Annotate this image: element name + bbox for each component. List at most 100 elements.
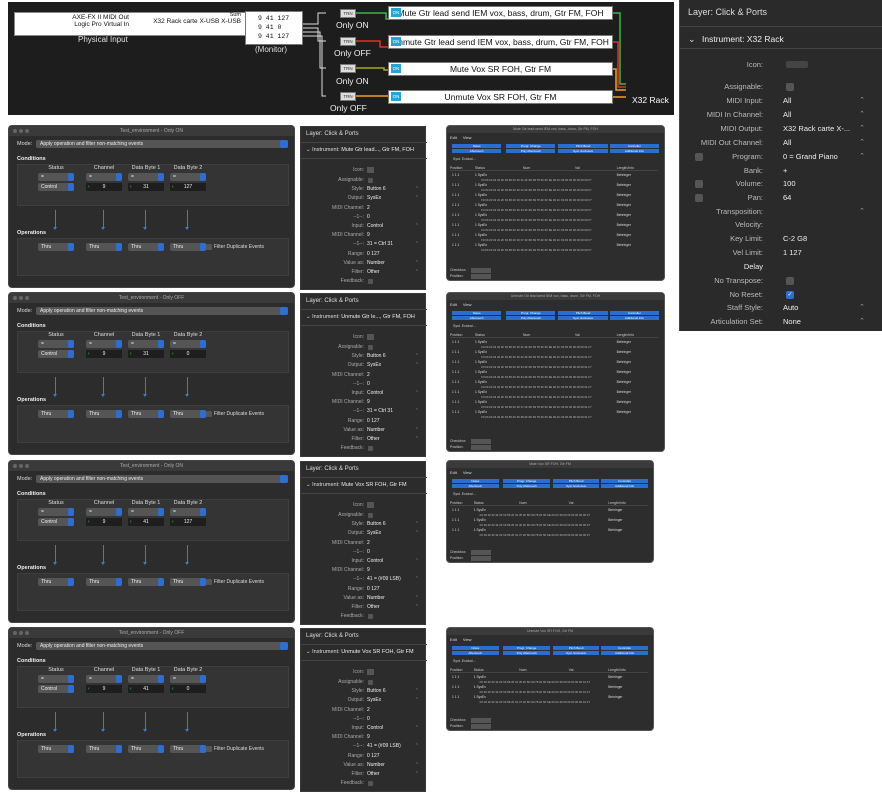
- inspector-row-value[interactable]: All: [783, 96, 791, 105]
- row-value[interactable]: 9: [367, 734, 370, 740]
- sysex-filter[interactable]: Syst. Exclusi...: [453, 492, 476, 496]
- event-filter-button[interactable]: Controller: [601, 646, 648, 650]
- operation-select[interactable]: Thru: [128, 410, 164, 418]
- row-value[interactable]: Number: [367, 595, 385, 601]
- condition-value[interactable]: ‹ 31: [128, 183, 164, 191]
- condition-operator[interactable]: =: [170, 675, 206, 683]
- footer-field[interactable]: [471, 274, 491, 279]
- row-value[interactable]: 31 = Ctrl 31: [367, 408, 393, 414]
- row-value[interactable]: 9: [367, 567, 370, 573]
- inspector-row-value[interactable]: 100: [783, 179, 796, 188]
- column-header[interactable]: Num: [519, 501, 526, 505]
- footer-field[interactable]: [471, 550, 491, 555]
- row-value[interactable]: Button 6: [367, 353, 386, 359]
- event-filter-button[interactable]: Poly Aftertouch: [503, 484, 550, 488]
- physical-input-box[interactable]: AXE-FX II MIDI Out Logic Pro Virtual In …: [14, 12, 248, 36]
- condition-value[interactable]: ‹ 9: [86, 183, 122, 191]
- event-filter-button[interactable]: Additional Info: [609, 149, 659, 153]
- checkbox[interactable]: [695, 153, 703, 161]
- table-row[interactable]: 1 1 1 1 SysEx F0 00 20 32 32 2F 63 68 2F 3…: [450, 340, 658, 350]
- checkbox[interactable]: [368, 680, 373, 685]
- inspector-row-value[interactable]: 0 = Grand Piano: [783, 152, 838, 161]
- event-filter-button[interactable]: Progr. Change: [503, 646, 550, 650]
- condition-operator[interactable]: =: [86, 508, 122, 516]
- event-filter-button[interactable]: Controller: [609, 144, 659, 148]
- row-value[interactable]: 0 127: [367, 753, 380, 759]
- condition-operator[interactable]: =: [38, 675, 74, 683]
- fader-object[interactable]: ON Unmute Vox SR FOH, Gtr FM: [388, 90, 613, 104]
- sysex-filter[interactable]: Syst. Exclusi...: [453, 157, 476, 161]
- operation-select[interactable]: Thru: [128, 578, 164, 586]
- cable-monitor-t4[interactable]: [303, 35, 326, 97]
- checkbox[interactable]: [786, 277, 794, 285]
- column-header[interactable]: Position: [450, 166, 462, 170]
- column-header[interactable]: Val: [575, 166, 580, 170]
- row-value[interactable]: Number: [367, 762, 385, 768]
- stepper-icon[interactable]: ⌃: [415, 427, 419, 433]
- event-filter-button[interactable]: Notes: [452, 144, 502, 148]
- table-row[interactable]: 1 1 1 1 SysEx F0 00 20 32 32 2F 63 68 2F 3…: [450, 213, 658, 223]
- checkbox[interactable]: [695, 194, 703, 202]
- column-header[interactable]: Val: [569, 668, 574, 672]
- event-filter-button[interactable]: Syst. Exclusive: [552, 651, 600, 655]
- condition-value[interactable]: ‹ 127: [170, 183, 206, 191]
- column-header[interactable]: Num: [519, 668, 526, 672]
- condition-operator[interactable]: =: [128, 340, 164, 348]
- table-row[interactable]: 1 1 1 1 SysEx F0 00 20 32 32 2F 63 68 2F 3…: [450, 173, 658, 183]
- table-row[interactable]: 1 1 1 1 SysEx F0 00 20 32 32 2F 63 68 2F 3…: [450, 183, 658, 193]
- row-value[interactable]: Other: [367, 771, 380, 777]
- condition-value[interactable]: ‹ 9: [86, 685, 122, 693]
- condition-value[interactable]: ‹ 9: [86, 518, 122, 526]
- x32-rack-output[interactable]: X32 Rack: [632, 95, 669, 105]
- row-value[interactable]: SysEx: [367, 362, 381, 368]
- stepper-icon[interactable]: ⌃: [859, 317, 865, 325]
- row-value[interactable]: Number: [367, 260, 385, 266]
- checkbox[interactable]: [786, 83, 794, 91]
- row-value[interactable]: Control: [367, 558, 383, 564]
- operation-select[interactable]: Thru: [170, 243, 206, 251]
- event-filter-button[interactable]: Syst. Exclusive: [558, 149, 608, 153]
- operation-select[interactable]: Thru: [86, 243, 122, 251]
- condition-value[interactable]: Control: [38, 518, 74, 526]
- column-header[interactable]: Status: [475, 166, 485, 170]
- stepper-icon[interactable]: ⌃: [415, 260, 419, 266]
- stepper-icon[interactable]: ⌃: [415, 362, 419, 368]
- operation-select[interactable]: Thru: [38, 243, 74, 251]
- row-value[interactable]: SysEx: [367, 195, 381, 201]
- checkbox[interactable]: [695, 180, 703, 188]
- footer-field[interactable]: [471, 445, 491, 450]
- operation-select[interactable]: Thru: [38, 745, 74, 753]
- condition-value[interactable]: Control: [38, 183, 74, 191]
- row-value[interactable]: SysEx: [367, 697, 381, 703]
- operation-select[interactable]: Thru: [170, 578, 206, 586]
- fader-object[interactable]: ON Mute Vox SR FOH, Gtr FM: [388, 62, 613, 76]
- transformer-icon[interactable]: TRN: [340, 37, 356, 46]
- row-value[interactable]: Other: [367, 269, 380, 275]
- inspector-row-value[interactable]: 64: [783, 193, 791, 202]
- row-value[interactable]: 0 127: [367, 586, 380, 592]
- column-header[interactable]: Num: [523, 166, 530, 170]
- condition-operator[interactable]: =: [86, 675, 122, 683]
- inspector-row-value[interactable]: 1 127: [783, 248, 802, 257]
- table-row[interactable]: 1 1 1 1 SysEx F0 00 20 32 32 2F 63 68 2F 3…: [450, 243, 658, 253]
- table-row[interactable]: 1 1 1 1 SysEx F0 00 20 32 32 2F 63 68 2F 3…: [450, 685, 648, 695]
- cable-monitor-t3[interactable]: [303, 31, 326, 69]
- row-value[interactable]: 41 = (#09 LSB): [367, 743, 401, 749]
- inspector-row-value[interactable]: All: [783, 110, 791, 119]
- inspector-row-value[interactable]: C-2 G8: [783, 234, 807, 243]
- table-row[interactable]: 1 1 1 1 SysEx F0 00 20 32 32 2F 63 68 2F 3…: [450, 223, 658, 233]
- stepper-icon[interactable]: ⌃: [415, 688, 419, 694]
- inspector-row-value[interactable]: All: [783, 138, 791, 147]
- event-filter-button[interactable]: Pitch Bend: [552, 479, 600, 483]
- event-filter-button[interactable]: Poly Aftertouch: [506, 316, 556, 320]
- table-row[interactable]: 1 1 1 1 SysEx F0 00 20 32 32 2F 63 68 2F 3…: [450, 400, 658, 410]
- stepper-icon[interactable]: ⌃: [415, 762, 419, 768]
- operation-select[interactable]: Thru: [86, 745, 122, 753]
- stepper-icon[interactable]: ⌃: [415, 241, 419, 247]
- column-header[interactable]: Position: [450, 668, 462, 672]
- condition-operator[interactable]: =: [128, 508, 164, 516]
- stepper-icon[interactable]: ⌃: [859, 124, 865, 132]
- stepper-icon[interactable]: ⌃: [415, 595, 419, 601]
- footer-field[interactable]: [471, 268, 491, 273]
- row-value[interactable]: 0: [367, 716, 370, 722]
